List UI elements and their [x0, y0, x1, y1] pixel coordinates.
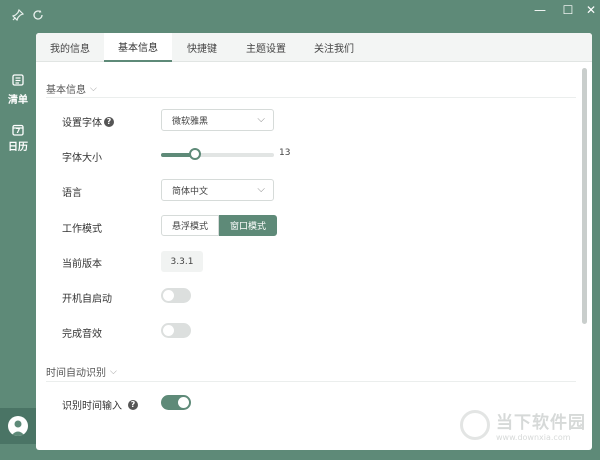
- user-icon: [8, 416, 28, 436]
- mode-label: 工作模式: [62, 224, 102, 235]
- time-input-toggle[interactable]: [161, 395, 191, 410]
- tab-theme[interactable]: 主题设置: [232, 33, 300, 62]
- tab-my-info[interactable]: 我的信息: [36, 33, 104, 62]
- settings-panel: 我的信息 基本信息 快捷键 主题设置 关注我们 基本信息 ⌵ 设置字体? 微软雅…: [36, 33, 592, 450]
- pin-icon[interactable]: [11, 8, 25, 22]
- font-size-slider[interactable]: [161, 148, 274, 160]
- chevron-down-icon: ⌵: [257, 184, 265, 195]
- watermark: 当下软件园 www.downxia.com: [460, 402, 590, 448]
- section-basic-toggle[interactable]: 基本信息 ⌵: [46, 81, 97, 97]
- autostart-label: 开机自启动: [62, 294, 112, 305]
- font-label: 设置字体?: [62, 114, 114, 129]
- calendar-icon: 7: [12, 124, 24, 136]
- sound-toggle[interactable]: [161, 323, 191, 338]
- time-input-label: 识别时间输入?: [62, 397, 138, 412]
- section-title: 基本信息: [46, 85, 86, 96]
- watermark-brand: 当下软件园: [496, 413, 586, 433]
- brand-logo: [460, 410, 490, 440]
- slider-handle[interactable]: [188, 148, 201, 160]
- section-time-toggle[interactable]: 时间自动识别 ⌵: [46, 364, 117, 380]
- version-value: 3.3.1: [161, 251, 203, 272]
- divider: [46, 97, 576, 98]
- sidebar-item-list[interactable]: 清单: [0, 70, 36, 110]
- sound-label: 完成音效: [62, 329, 102, 340]
- window-mode-button[interactable]: 窗口模式: [219, 215, 277, 236]
- language-label: 语言: [62, 188, 82, 199]
- help-icon[interactable]: ?: [104, 116, 114, 127]
- mode-switch: 悬浮模式 窗口模式: [161, 215, 277, 236]
- font-select-value: 微软雅黑: [172, 116, 209, 127]
- tab-bar: 我的信息 基本信息 快捷键 主题设置 关注我们: [36, 33, 592, 62]
- avatar[interactable]: [0, 408, 36, 444]
- toggle-knob: [163, 325, 174, 336]
- close-button[interactable]: ✕: [576, 0, 600, 20]
- chevron-down-icon: ⌵: [257, 114, 265, 125]
- font-select[interactable]: 微软雅黑 ⌵: [161, 109, 274, 131]
- close-icon: ✕: [585, 3, 597, 17]
- language-select-value: 简体中文: [172, 186, 209, 197]
- font-size-label: 字体大小: [62, 153, 102, 164]
- float-mode-button[interactable]: 悬浮模式: [161, 215, 219, 236]
- tab-follow-us[interactable]: 关注我们: [300, 33, 368, 62]
- minimize-button[interactable]: —: [525, 0, 555, 20]
- tab-basic-info[interactable]: 基本信息: [104, 33, 172, 62]
- help-icon[interactable]: ?: [128, 399, 138, 410]
- minimize-icon: —: [534, 3, 546, 17]
- toggle-knob: [163, 290, 174, 301]
- sidebar-item-label: 清单: [8, 95, 28, 106]
- refresh-icon[interactable]: [31, 8, 45, 22]
- watermark-url: www.downxia.com: [496, 433, 571, 442]
- calendar-day: 7: [15, 126, 21, 135]
- toggle-knob: [178, 397, 189, 408]
- font-size-value: 13: [279, 148, 291, 158]
- tab-shortcuts[interactable]: 快捷键: [172, 33, 232, 62]
- list-icon: [12, 74, 24, 89]
- scrollbar[interactable]: [582, 68, 587, 324]
- sidebar-item-label: 日历: [8, 141, 28, 153]
- autostart-toggle[interactable]: [161, 288, 191, 303]
- divider: [46, 381, 576, 382]
- sidebar-item-calendar[interactable]: 7 日历: [0, 118, 36, 158]
- version-label: 当前版本: [62, 259, 102, 270]
- maximize-icon: ☐: [562, 3, 574, 17]
- language-select[interactable]: 简体中文 ⌵: [161, 179, 274, 201]
- section-title: 时间自动识别: [46, 368, 106, 379]
- chevron-down-icon: ⌵: [90, 83, 97, 94]
- chevron-down-icon: ⌵: [110, 366, 117, 377]
